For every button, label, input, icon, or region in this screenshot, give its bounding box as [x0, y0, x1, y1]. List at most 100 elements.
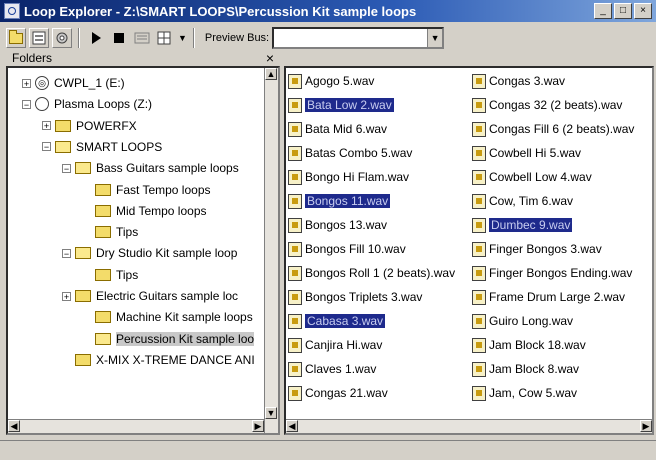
- file-item[interactable]: Jam Block 18.wav: [472, 336, 586, 354]
- file-item[interactable]: Bongos Triplets 3.wav: [288, 288, 422, 306]
- folder-tree[interactable]: + ◎ CWPL_1 (E:) − Plasma Loops (Z:) + POWERFX −…: [6, 66, 280, 435]
- horizontal-scrollbar[interactable]: ◀ ▶: [286, 419, 652, 433]
- file-item[interactable]: Cowbell Low 4.wav: [472, 168, 592, 186]
- views-menu-button[interactable]: [155, 28, 175, 48]
- app-icon: [4, 3, 20, 19]
- folder-icon: [95, 226, 111, 239]
- tree-item-label: Bass Guitars sample loops: [96, 161, 239, 176]
- auto-preview-button[interactable]: [132, 28, 152, 48]
- file-item[interactable]: Cow, Tim 6.wav: [472, 192, 573, 210]
- view-button[interactable]: [29, 28, 49, 48]
- tree-item-label: Fast Tempo loops: [116, 182, 211, 197]
- minimize-button[interactable]: _: [594, 3, 612, 19]
- file-name: Frame Drum Large 2.wav: [489, 290, 626, 304]
- file-name: Bongos Triplets 3.wav: [305, 290, 423, 304]
- scroll-right-icon[interactable]: ▶: [640, 420, 652, 432]
- collapse-icon[interactable]: −: [62, 248, 71, 258]
- expand-icon[interactable]: +: [62, 291, 71, 301]
- scroll-left-icon[interactable]: ◀: [8, 420, 20, 432]
- file-item[interactable]: Congas 21.wav: [288, 384, 388, 402]
- tree-item[interactable]: − Plasma Loops (Z:): [22, 95, 152, 113]
- scroll-up-icon[interactable]: ▲: [265, 68, 277, 80]
- open-folder-icon: [75, 162, 91, 175]
- tree-item[interactable]: − Dry Studio Kit sample loop: [62, 244, 237, 262]
- file-item[interactable]: Congas Fill 6 (2 beats).wav: [472, 120, 634, 138]
- collapse-icon[interactable]: −: [42, 142, 51, 152]
- file-item[interactable]: Finger Bongos Ending.wav: [472, 264, 632, 282]
- file-item[interactable]: Bongos 13.wav: [288, 216, 387, 234]
- file-item[interactable]: Bata Low 2.wav: [288, 96, 394, 114]
- tree-item[interactable]: + Electric Guitars sample loc: [62, 287, 238, 305]
- wav-file-icon: [472, 217, 486, 233]
- file-item[interactable]: Congas 32 (2 beats).wav: [472, 96, 622, 114]
- file-item[interactable]: Guiro Long.wav: [472, 312, 573, 330]
- scroll-down-icon[interactable]: ▼: [265, 407, 277, 419]
- file-name: Cabasa 3.wav: [305, 314, 386, 328]
- tree-item[interactable]: Fast Tempo loops: [82, 181, 211, 199]
- tree-item[interactable]: X-MIX X-TREME DANCE ANI: [62, 351, 255, 369]
- folder-icon: [75, 290, 91, 302]
- wav-file-icon: [288, 313, 302, 329]
- file-list[interactable]: Agogo 5.wav Bata Low 2.wav Bata Mid 6.wav B…: [284, 66, 654, 435]
- tree-item-label: Mid Tempo loops: [116, 203, 207, 218]
- wav-file-icon: [472, 313, 486, 329]
- file-name: Bata Mid 6.wav: [305, 122, 388, 136]
- expand-icon[interactable]: +: [22, 78, 31, 88]
- scroll-left-icon[interactable]: ◀: [286, 420, 298, 432]
- tree-item[interactable]: − Bass Guitars sample loops: [62, 159, 239, 177]
- wav-file-icon: [288, 385, 302, 401]
- tree-item[interactable]: + ◎ CWPL_1 (E:): [22, 74, 125, 92]
- file-item[interactable]: Bongos 11.wav: [288, 192, 391, 210]
- tree-item-label: Dry Studio Kit sample loop: [96, 246, 238, 261]
- title-bar[interactable]: Loop Explorer - Z:\SMART LOOPS\Percussio…: [0, 0, 656, 22]
- file-item[interactable]: Finger Bongos 3.wav: [472, 240, 602, 258]
- file-item[interactable]: Agogo 5.wav: [288, 72, 374, 90]
- file-item[interactable]: Jam, Cow 5.wav: [472, 384, 577, 402]
- scroll-right-icon[interactable]: ▶: [252, 420, 264, 432]
- wav-file-icon: [288, 169, 302, 185]
- file-item[interactable]: Cabasa 3.wav: [288, 312, 386, 330]
- tree-item[interactable]: + POWERFX: [42, 117, 137, 135]
- stop-button[interactable]: [109, 28, 129, 48]
- file-name: Congas 32 (2 beats).wav: [489, 98, 623, 112]
- file-name: Jam Block 8.wav: [489, 362, 580, 376]
- wav-file-icon: [288, 361, 302, 377]
- horizontal-scrollbar[interactable]: ◀ ▶: [8, 419, 264, 433]
- file-item[interactable]: Canjira Hi.wav: [288, 336, 382, 354]
- play-button[interactable]: [86, 28, 106, 48]
- tree-item[interactable]: Mid Tempo loops: [82, 202, 207, 220]
- file-name: Cowbell Hi 5.wav: [489, 146, 582, 160]
- file-item[interactable]: Claves 1.wav: [288, 360, 376, 378]
- chevron-down-icon[interactable]: ▼: [427, 29, 443, 47]
- wav-file-icon: [472, 361, 486, 377]
- collapse-icon[interactable]: −: [22, 99, 31, 109]
- file-item[interactable]: Congas 3.wav: [472, 72, 565, 90]
- tree-item[interactable]: Tips: [82, 266, 138, 284]
- file-item[interactable]: Dumbec 9.wav: [472, 216, 573, 234]
- tree-item[interactable]: Tips: [82, 223, 138, 241]
- file-item[interactable]: Batas Combo 5.wav: [288, 144, 412, 162]
- preview-bus-select[interactable]: ▼: [272, 27, 445, 49]
- file-item[interactable]: Frame Drum Large 2.wav: [472, 288, 625, 306]
- folders-pane-header: Folders ×: [6, 50, 280, 66]
- file-item[interactable]: Bongo Hi Flam.wav: [288, 168, 409, 186]
- tree-item[interactable]: Percussion Kit sample loo: [82, 330, 255, 348]
- file-item[interactable]: Bongos Fill 10.wav: [288, 240, 406, 258]
- chevron-down-icon[interactable]: ▼: [178, 33, 187, 43]
- close-window-button[interactable]: ×: [634, 3, 652, 19]
- collapse-icon[interactable]: −: [62, 163, 71, 173]
- options-button[interactable]: [52, 28, 72, 48]
- close-icon[interactable]: ×: [266, 50, 274, 66]
- folders-pane-title: Folders: [12, 51, 53, 65]
- file-item[interactable]: Jam Block 8.wav: [472, 360, 579, 378]
- file-item[interactable]: Bata Mid 6.wav: [288, 120, 387, 138]
- up-folder-button[interactable]: [6, 28, 26, 48]
- file-item[interactable]: Bongos Roll 1 (2 beats).wav: [288, 264, 455, 282]
- maximize-button[interactable]: □: [614, 3, 632, 19]
- tree-item[interactable]: − SMART LOOPS: [42, 138, 162, 156]
- vertical-scrollbar[interactable]: ▲ ▼: [264, 68, 278, 433]
- open-folder-icon: [95, 332, 111, 345]
- expand-icon[interactable]: +: [42, 121, 51, 131]
- tree-item[interactable]: Machine Kit sample loops: [82, 308, 253, 326]
- file-item[interactable]: Cowbell Hi 5.wav: [472, 144, 581, 162]
